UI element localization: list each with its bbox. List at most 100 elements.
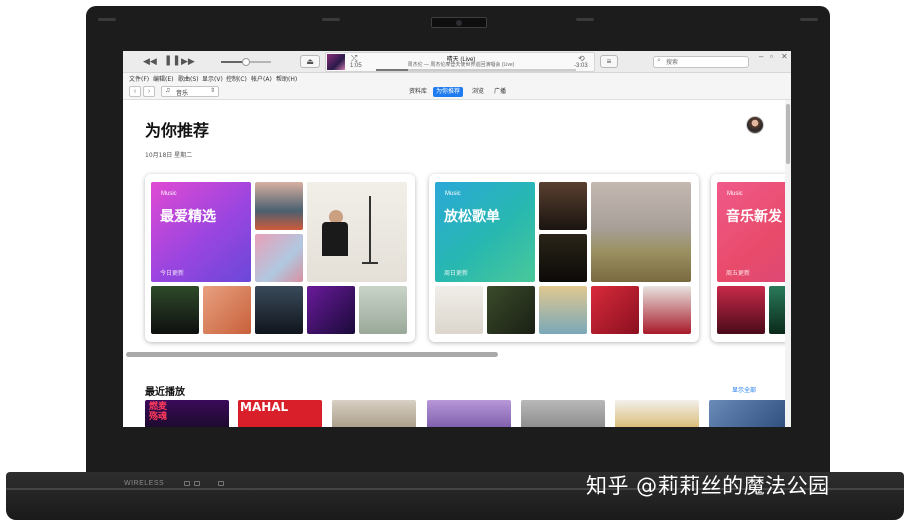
album-cover[interactable] [307,182,407,282]
playback-progress-fill [376,69,408,71]
pause-icon[interactable]: ❚❚ [164,55,181,66]
volume-knob[interactable] [242,58,250,66]
vertical-scrollbar-thumb[interactable] [786,104,790,164]
menu-edit[interactable]: 编辑(E) [153,74,173,83]
mix-title: 放松歌单 [444,209,500,225]
recent-album[interactable] [332,400,416,427]
airplay-icon: ⏏ [306,57,314,66]
menu-controls[interactable]: 控制(C) [226,74,247,83]
album-cover[interactable] [203,286,251,334]
menu-bar: 文件(F) 编辑(E) 歌曲(S) 显示(V) 控制(C) 帐户(A) 帮助(H… [123,73,791,83]
mix-card-new-music[interactable]: Music 音乐新发 周五更新 [711,174,791,342]
album-cover[interactable] [307,286,355,334]
mix-update-schedule: 周日更新 [444,270,469,277]
album-cover[interactable] [487,286,535,334]
track-artist-album: 周杰伦 — 周杰伦摩登天使世界巡回演唱会 (Live) [407,62,515,68]
recently-played-heading: 最近播放 [145,387,185,398]
mix-update-schedule: 周五更新 [726,270,751,277]
apple-music-logo: Music [727,191,743,197]
webcam [431,17,487,28]
album-cover[interactable] [151,286,199,334]
search-field[interactable]: ⌕ [653,56,749,68]
vertical-scrollbar[interactable] [785,100,791,427]
horizontal-scrollbar[interactable] [126,352,498,357]
mix-hero-favorites[interactable]: Music 最爱精选 今日更新 [151,182,251,282]
album-cover[interactable] [717,286,765,334]
maximize-icon[interactable]: ▫ [770,52,773,61]
watermark: 知乎 @莉莉丝的魔法公园 [586,474,830,498]
music-note-icon: ♫ [165,87,171,94]
menu-song[interactable]: 歌曲(S) [178,74,199,83]
minimize-icon[interactable]: – [759,52,763,61]
now-playing-display: ⤮ 1:05 晴天 (Live) 周杰伦 — 周杰伦摩登天使世界巡回演唱会 (L… [325,52,595,72]
account-avatar[interactable] [746,116,764,134]
fast-forward-icon[interactable]: ▶▶ [181,56,195,67]
album-cover[interactable] [255,286,303,334]
wireless-label: WIRELESS [124,480,165,487]
album-cover[interactable] [591,286,639,334]
tab-library[interactable]: 资料库 [406,87,430,97]
show-all-link[interactable]: 显示全部 [732,385,756,394]
up-next-button[interactable]: ≡ [600,55,618,68]
remaining-time: -3:03 [574,63,588,69]
menu-account[interactable]: 帐户(A) [251,74,272,83]
recent-album-title: 燃麦 殇魂 [149,402,168,422]
search-input[interactable] [666,57,746,67]
playback-progress-bar[interactable] [376,69,576,71]
recent-album[interactable] [427,400,511,427]
recent-album[interactable] [709,400,791,427]
repeat-icon[interactable]: ⟲ [578,54,585,63]
page-title: 为你推荐 [145,121,210,140]
album-cover[interactable] [255,182,303,230]
lid-vent [98,18,116,21]
mix-hero-chill[interactable]: Music 放松歌单 周日更新 [435,182,535,282]
volume-slider[interactable] [221,58,271,66]
back-button[interactable]: ‹ [129,86,141,97]
album-cover[interactable] [539,286,587,334]
album-cover[interactable] [255,234,303,282]
media-source-select[interactable]: ♫ 音乐 ⇕ [161,86,219,97]
player-toolbar: ◀◀ ❚❚ ▶▶ ⏏ ⤮ 1:05 晴天 (Live) 周杰伦 — 周杰伦摩登天… [123,51,791,73]
forward-button[interactable]: › [143,86,155,97]
mix-hero-new-music[interactable]: Music 音乐新发 周五更新 [717,182,791,282]
status-indicator [184,481,190,486]
mix-update-schedule: 今日更新 [160,270,185,277]
menu-help[interactable]: 帮助(H) [276,74,297,83]
lid-vent [322,18,340,21]
tab-for-you[interactable]: 为你推荐 [433,87,464,97]
album-cover[interactable] [591,182,691,282]
recent-album-title: MAHAL [240,400,289,414]
navigation-bar: ‹ › ♫ 音乐 ⇕ 资料库 为你推荐 浏览 广播 [123,83,791,100]
mix-title: 音乐新发 [726,209,782,225]
recent-album[interactable]: 燃麦 殇魂 [145,400,229,427]
itunes-window: ◀◀ ❚❚ ▶▶ ⏏ ⤮ 1:05 晴天 (Live) 周杰伦 — 周杰伦摩登天… [123,51,791,427]
album-cover[interactable] [435,286,483,334]
lid-vent [576,18,594,21]
apple-music-logo: Music [445,191,461,197]
status-indicator [218,481,224,486]
menu-file[interactable]: 文件(F) [129,74,149,83]
tab-browse[interactable]: 浏览 [469,87,487,97]
media-source-label: 音乐 [176,90,189,97]
lid-vent [800,18,818,21]
page-date: 10月18日 星期二 [145,152,193,159]
recent-album[interactable] [521,400,605,427]
album-cover[interactable] [643,286,691,334]
camera-lens [456,20,462,26]
album-cover[interactable] [359,286,407,334]
close-icon[interactable]: ✕ [781,52,788,61]
status-indicator [194,481,200,486]
photo-scene: ◀◀ ❚❚ ▶▶ ⏏ ⤮ 1:05 晴天 (Live) 周杰伦 — 周杰伦摩登天… [0,0,910,526]
list-icon: ≡ [606,57,612,66]
album-cover[interactable] [539,234,587,282]
recent-album[interactable] [615,400,699,427]
rewind-icon[interactable]: ◀◀ [143,56,157,67]
recent-album[interactable]: MAHAL [238,400,322,427]
apple-music-logo: Music [161,191,177,197]
album-cover[interactable] [539,182,587,230]
airplay-button[interactable]: ⏏ [300,55,320,68]
tab-radio[interactable]: 广播 [491,87,509,97]
mix-card-favorites[interactable]: Music 最爱精选 今日更新 [145,174,415,342]
mix-card-chill[interactable]: Music 放松歌单 周日更新 [429,174,699,342]
menu-view[interactable]: 显示(V) [202,74,223,83]
